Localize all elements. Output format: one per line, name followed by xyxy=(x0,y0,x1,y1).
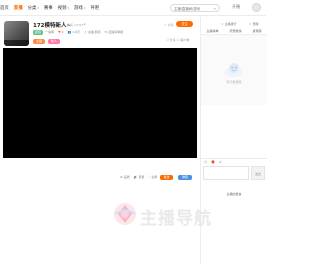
tab-weekly-contribution[interactable]: 周贡献榜 xyxy=(229,29,241,34)
streamer-messages-label: 主播的发言 xyxy=(226,192,242,196)
chevron-down-icon: ▾ xyxy=(67,6,70,10)
search-input[interactable] xyxy=(174,6,212,11)
room-category[interactable]: ♫ 主播·颜值 xyxy=(84,30,101,35)
empty-state-text: 暂无数据哦 xyxy=(226,80,242,84)
share-client-links[interactable]: ☐ 分享 ☐ 客户端 xyxy=(166,38,189,42)
viewer-count: 👥 1.8万 xyxy=(67,30,81,34)
danmaku-button[interactable]: 弹幕 xyxy=(178,175,192,180)
heat-count: ♥ 2 xyxy=(58,30,64,34)
nav-item-videos[interactable]: 视频▾ xyxy=(58,5,69,11)
fullscreen-control[interactable]: ⛶ 全屏 xyxy=(148,175,157,180)
streamer-rank-link[interactable]: ☆ 主播排行 xyxy=(221,22,237,26)
follow-button[interactable]: 关注 xyxy=(176,21,193,27)
streamer-avatar[interactable] xyxy=(4,21,29,46)
category-tag[interactable]: 颜值 xyxy=(33,30,44,35)
nav-menu: 首页 直播 分类▾ 赛事 视频▾ 游戏▾ 导吧 xyxy=(0,5,99,11)
chevron-down-icon: ▾ xyxy=(37,6,39,10)
settings-icon[interactable]: ⚙ xyxy=(219,159,222,164)
empty-illustration-icon xyxy=(225,63,243,77)
search-icon[interactable]: ⌕ xyxy=(214,6,216,11)
search-box[interactable]: ⌕ xyxy=(170,4,220,12)
quality-control[interactable]: ⚙ 画质 xyxy=(120,175,130,180)
chat-input[interactable] xyxy=(203,166,249,180)
brand-text: 主播导航 xyxy=(140,209,212,229)
chat-toolbar: ☺ 🎁 ⚙ xyxy=(201,158,267,164)
live-badge xyxy=(4,40,29,46)
nav-item-guide[interactable]: 导吧 xyxy=(90,5,99,11)
room-title: 172模特新人~ xyxy=(33,23,72,29)
nav-item-home[interactable]: 首页 xyxy=(0,5,9,11)
start-broadcast-link[interactable]: 开播 xyxy=(232,4,240,10)
emoji-icon[interactable]: ☺ xyxy=(204,159,207,164)
video-player[interactable] xyxy=(3,48,197,158)
nav-item-games[interactable]: 游戏▾ xyxy=(74,5,85,11)
tab-vip-seats[interactable]: 贵宾席 xyxy=(252,29,261,34)
chevron-down-icon: ▾ xyxy=(83,6,86,10)
contribution-link[interactable]: ☆ 贡献 xyxy=(249,22,259,26)
player-controls: ⚙ 画质 🔊 音量 ⛶ 全屏 xyxy=(120,175,157,180)
brand-logo-icon xyxy=(114,203,136,225)
empty-state: 暂无数据哦 xyxy=(201,35,267,105)
volume-control[interactable]: 🔊 音量 xyxy=(134,175,145,180)
room-info-row: 一块啊 ♥ 2 👥 1.8万 ♫ 主播·颜值 ✉ 直播间举报 xyxy=(45,30,123,35)
chat-messages xyxy=(201,105,267,175)
newcomer-tag[interactable]: 新人 xyxy=(48,39,61,44)
room-id: 房间 12345 xyxy=(67,22,84,27)
tab-streamer-rank[interactable]: 主播榜单 xyxy=(206,29,218,34)
nav-item-live[interactable]: 直播 xyxy=(14,5,23,11)
brand-watermark: 主播导航 xyxy=(112,201,232,229)
gift-icon[interactable]: 🎁 xyxy=(211,159,215,164)
streamer-tag[interactable]: 主播 xyxy=(33,39,46,44)
top-navigation: 首页 直播 分类▾ 赛事 视频▾ 游戏▾ 导吧 ⌕ 开播 xyxy=(0,0,266,16)
nav-item-events[interactable]: 赛事 xyxy=(44,5,53,11)
streamer-name[interactable]: 一块啊 xyxy=(45,30,54,35)
chevron-right-icon[interactable]: ▸ xyxy=(84,22,86,26)
report-link[interactable]: ✉ 直播间举报 xyxy=(105,30,123,35)
share-link[interactable]: ☆ 分享 xyxy=(164,23,174,27)
chat-send-button[interactable]: 发送 xyxy=(251,166,265,180)
user-avatar[interactable] xyxy=(252,3,261,12)
nav-item-category[interactable]: 分类▾ xyxy=(28,5,39,11)
send-gift-button[interactable]: 发送 xyxy=(160,175,173,180)
side-panel-header: ☆ 主播排行 ☆ 贡献 xyxy=(201,21,267,28)
